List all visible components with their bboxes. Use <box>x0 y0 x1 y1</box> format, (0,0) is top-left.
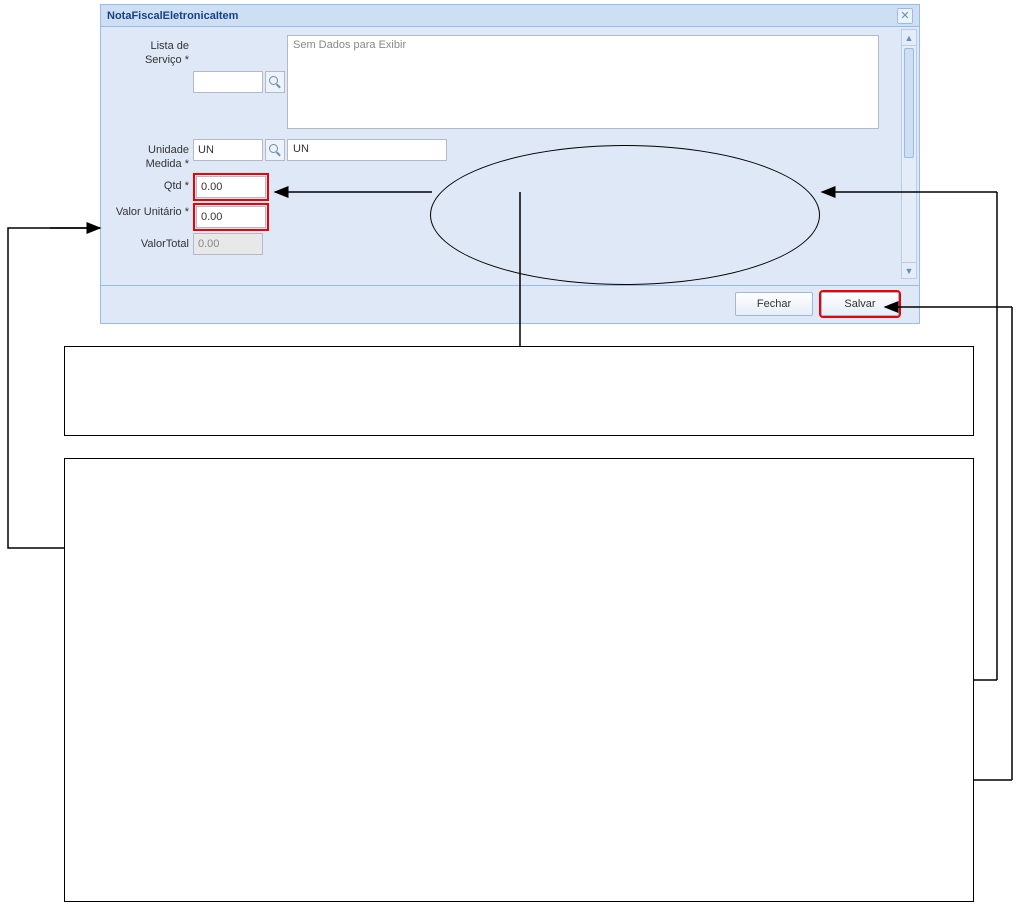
highlight-qtd <box>193 173 269 201</box>
row-valor-total: ValorTotal <box>111 233 909 255</box>
input-qtd[interactable] <box>196 176 266 198</box>
window-header: NotaFiscalEletronicaItem ✕ <box>101 5 919 27</box>
lookup-unidade-medida[interactable] <box>265 139 285 161</box>
scroll-down-icon[interactable]: ▼ <box>902 262 916 278</box>
dialog-nota-fiscal-item: NotaFiscalEletronicaItem ✕ Lista de Serv… <box>100 4 920 324</box>
window-body: Lista de Serviço * Sem Dados para Exibir… <box>101 27 919 285</box>
annotation-box-1 <box>64 346 974 436</box>
vertical-scrollbar[interactable]: ▲ ▼ <box>901 29 917 279</box>
close-icon[interactable]: ✕ <box>897 8 913 24</box>
label-valor-unitario: Valor Unitário * <box>111 203 193 219</box>
display-unidade-medida: UN <box>287 139 447 161</box>
row-unidade-medida: Unidade Medida * UN <box>111 139 909 171</box>
field-wrap-unidade-medida: UN <box>193 139 447 161</box>
label-lista-servico: Lista de Serviço * <box>111 35 193 67</box>
salvar-button[interactable]: Salvar <box>821 292 899 316</box>
display-lista-servico: Sem Dados para Exibir <box>287 35 879 129</box>
input-lista-servico[interactable] <box>193 71 263 93</box>
label-qtd: Qtd * <box>111 173 193 193</box>
row-qtd: Qtd * <box>111 173 909 201</box>
label-valor-total: ValorTotal <box>111 233 193 251</box>
input-unidade-medida[interactable] <box>193 139 263 161</box>
search-icon <box>269 144 281 156</box>
annotation-box-2 <box>64 458 974 902</box>
field-wrap-lista-servico: Sem Dados para Exibir <box>193 35 879 129</box>
scroll-thumb[interactable] <box>904 48 914 158</box>
highlight-valor-unitario <box>193 203 269 231</box>
fechar-button[interactable]: Fechar <box>735 292 813 316</box>
input-valor-total <box>193 233 263 255</box>
search-icon <box>269 76 281 88</box>
label-unidade-medida: Unidade Medida * <box>111 139 193 171</box>
window-title: NotaFiscalEletronicaItem <box>107 10 238 22</box>
row-lista-servico: Lista de Serviço * Sem Dados para Exibir <box>111 35 909 129</box>
input-valor-unitario[interactable] <box>196 206 266 228</box>
row-valor-unitario: Valor Unitário * <box>111 203 909 231</box>
lookup-lista-servico[interactable] <box>265 71 285 93</box>
window-footer: Fechar Salvar <box>101 285 919 321</box>
scroll-up-icon[interactable]: ▲ <box>902 30 916 46</box>
